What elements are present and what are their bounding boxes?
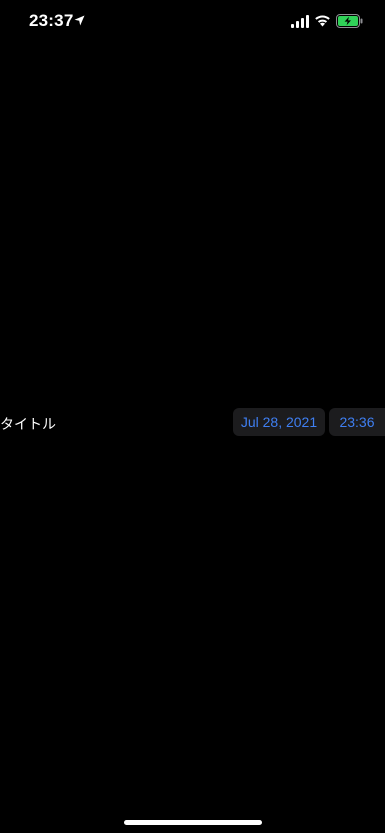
status-time: 23:37 [29,11,74,30]
date-picker-button[interactable]: Jul 28, 2021 [233,408,325,436]
picker-title: タイトル [0,416,56,432]
time-picker-button[interactable]: 23:36 [329,408,385,436]
battery-charging-icon [336,14,363,28]
cellular-signal-icon [291,15,309,28]
date-picker-row: タイトル Jul 28, 2021 23:36 [0,408,385,437]
wifi-icon [315,15,330,27]
home-indicator[interactable] [124,820,262,825]
location-arrow-icon [74,15,85,26]
status-bar: 23:37 [0,0,385,44]
